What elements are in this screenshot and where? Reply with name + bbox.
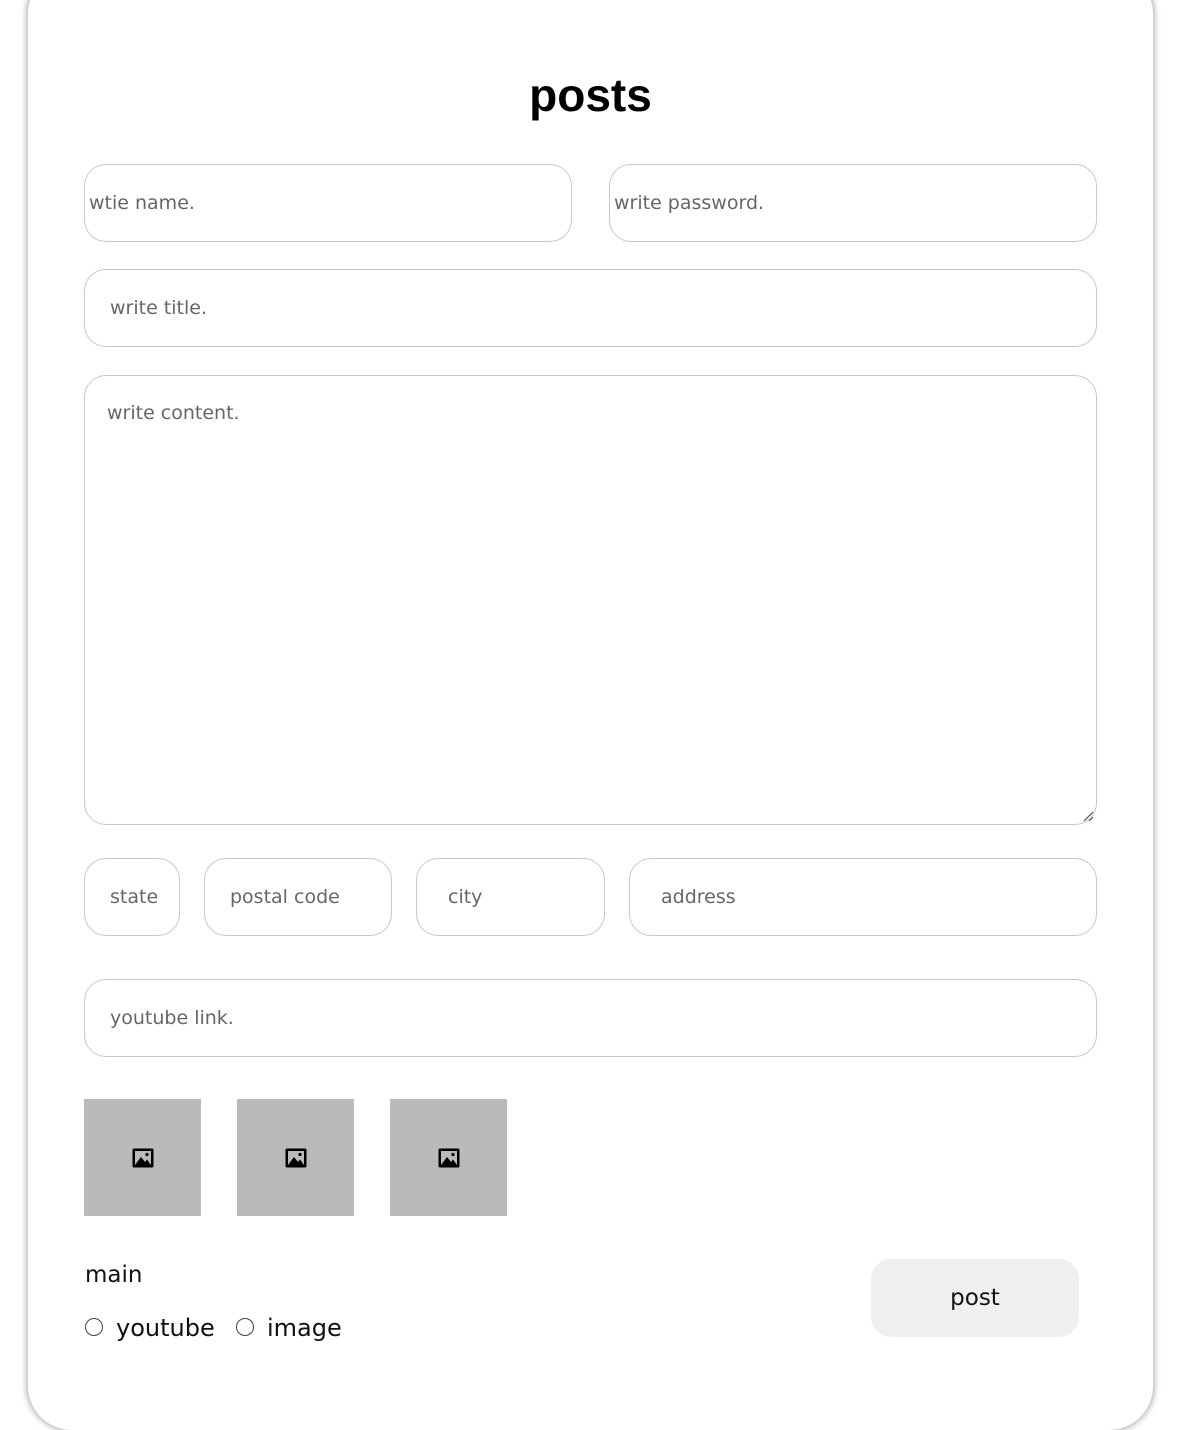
city-placeholder: city	[448, 886, 483, 908]
state-input[interactable]: state	[84, 858, 180, 936]
radio-image-label[interactable]: image	[267, 1314, 342, 1342]
postal-code-input[interactable]: postal code	[204, 858, 392, 936]
radio-youtube[interactable]	[85, 1318, 103, 1336]
content-placeholder: write content.	[107, 402, 240, 424]
post-button[interactable]: post	[871, 1259, 1079, 1337]
image-upload-slot-1[interactable]	[84, 1099, 201, 1216]
page-title: posts	[529, 69, 652, 121]
name-input[interactable]: wtie name.	[84, 164, 572, 242]
title-placeholder: write title.	[110, 297, 207, 319]
image-icon	[285, 1148, 306, 1167]
password-placeholder: write password.	[614, 192, 765, 214]
image-upload-slot-2[interactable]	[237, 1099, 354, 1216]
content-textarea[interactable]: write content.	[84, 375, 1097, 825]
image-icon	[438, 1148, 459, 1167]
image-icon	[132, 1148, 153, 1167]
radio-image[interactable]	[236, 1318, 254, 1336]
post-button-label: post	[950, 1285, 1000, 1311]
radio-youtube-label[interactable]: youtube	[116, 1314, 215, 1342]
password-input[interactable]: write password.	[609, 164, 1097, 242]
youtube-link-placeholder: youtube link.	[110, 1007, 234, 1029]
postal-code-placeholder: postal code	[230, 886, 340, 908]
name-placeholder: wtie name.	[89, 192, 195, 214]
title-input[interactable]: write title.	[84, 269, 1097, 347]
address-input[interactable]: address	[629, 858, 1097, 936]
address-placeholder: address	[661, 886, 736, 908]
image-upload-slot-3[interactable]	[390, 1099, 507, 1216]
resize-handle-icon[interactable]	[1082, 810, 1094, 822]
state-placeholder: state	[110, 886, 159, 908]
city-input[interactable]: city	[416, 858, 605, 936]
youtube-link-input[interactable]: youtube link.	[84, 979, 1097, 1057]
main-media-label: main	[85, 1262, 143, 1288]
